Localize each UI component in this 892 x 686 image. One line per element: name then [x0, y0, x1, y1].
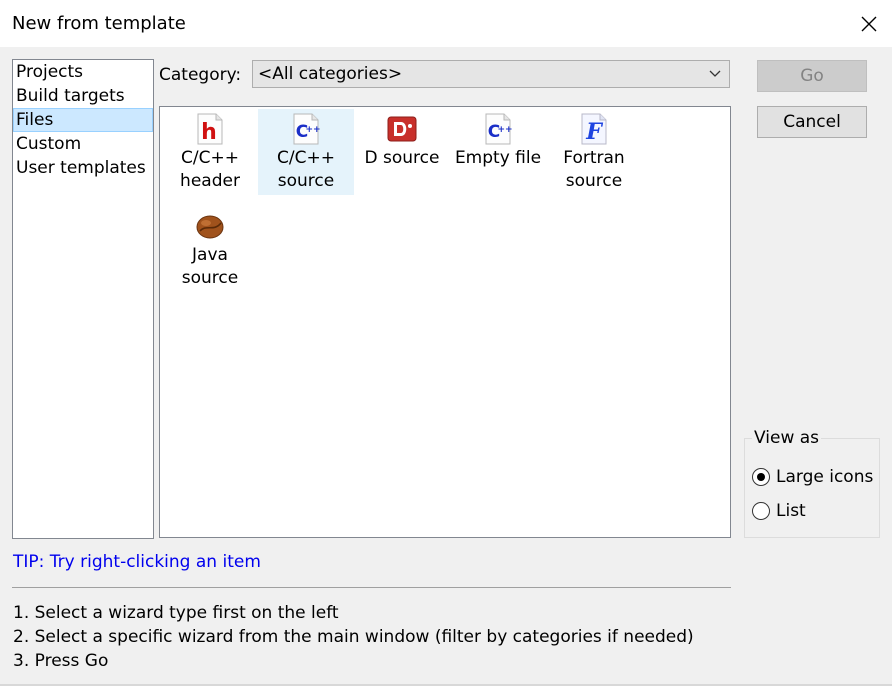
wizard-type-list[interactable]: Projects Build targets Files Custom User…	[12, 59, 154, 539]
separator	[12, 587, 731, 588]
svg-text:++: ++	[497, 125, 512, 135]
cpp-source-file-icon: C ++	[293, 113, 321, 145]
view-as-legend: View as	[752, 428, 822, 448]
template-label: Fortran source	[563, 148, 625, 191]
template-empty-file[interactable]: C ++ Empty file	[450, 109, 546, 195]
close-icon	[861, 16, 877, 32]
d-source-file-icon	[387, 116, 417, 142]
svg-text:h: h	[201, 120, 217, 145]
fortran-file-icon: F	[581, 113, 607, 145]
title-bar: New from template	[0, 0, 892, 47]
category-value: <All categories>	[258, 64, 403, 84]
go-button[interactable]: Go	[757, 60, 867, 92]
template-label: D source	[364, 148, 440, 168]
instruction-step: 1. Select a wizard type first on the lef…	[13, 603, 339, 623]
cancel-button[interactable]: Cancel	[757, 106, 867, 138]
svg-text:F: F	[585, 119, 603, 145]
template-panel[interactable]: h C/C++ header C ++ C/C++ source D sourc…	[159, 106, 731, 538]
wizard-type-projects[interactable]: Projects	[13, 60, 153, 84]
empty-file-icon: C ++	[485, 113, 513, 145]
template-label: Empty file	[454, 148, 542, 168]
close-button[interactable]	[846, 2, 892, 46]
tip-text: TIP: Try right-clicking an item	[13, 552, 261, 572]
radio-large-icons[interactable]: Large icons	[752, 465, 873, 489]
radio-list[interactable]: List	[752, 499, 806, 523]
template-c-cpp-source[interactable]: C ++ C/C++ source	[258, 109, 354, 195]
template-label: C/C++ header	[180, 148, 240, 191]
radio-button-checked[interactable]	[752, 468, 770, 486]
wizard-type-files[interactable]: Files	[13, 108, 153, 132]
template-fortran-source[interactable]: F Fortran source	[546, 109, 642, 195]
instruction-step: 2. Select a specific wizard from the mai…	[13, 627, 694, 647]
svg-text:++: ++	[305, 125, 320, 135]
wizard-type-user-templates[interactable]: User templates	[13, 156, 153, 180]
wizard-type-build-targets[interactable]: Build targets	[13, 84, 153, 108]
template-c-cpp-header[interactable]: h C/C++ header	[162, 109, 258, 195]
template-d-source[interactable]: D source	[354, 109, 450, 195]
c-header-file-icon: h	[197, 113, 223, 145]
instruction-step: 3. Press Go	[13, 651, 109, 671]
instructions: 1. Select a wizard type first on the lef…	[13, 601, 694, 673]
category-label: Category:	[159, 65, 242, 85]
chevron-down-icon	[709, 70, 721, 77]
radio-label: List	[776, 501, 806, 521]
radio-label: Large icons	[776, 467, 874, 487]
template-java-source[interactable]: Java source	[162, 206, 258, 292]
wizard-type-custom[interactable]: Custom	[13, 132, 153, 156]
window-title: New from template	[12, 13, 186, 34]
template-label: C/C++ source	[277, 148, 335, 191]
radio-button[interactable]	[752, 502, 770, 520]
category-dropdown[interactable]: <All categories>	[252, 60, 730, 88]
template-label: Java source	[181, 245, 239, 288]
java-bean-icon	[196, 215, 224, 239]
